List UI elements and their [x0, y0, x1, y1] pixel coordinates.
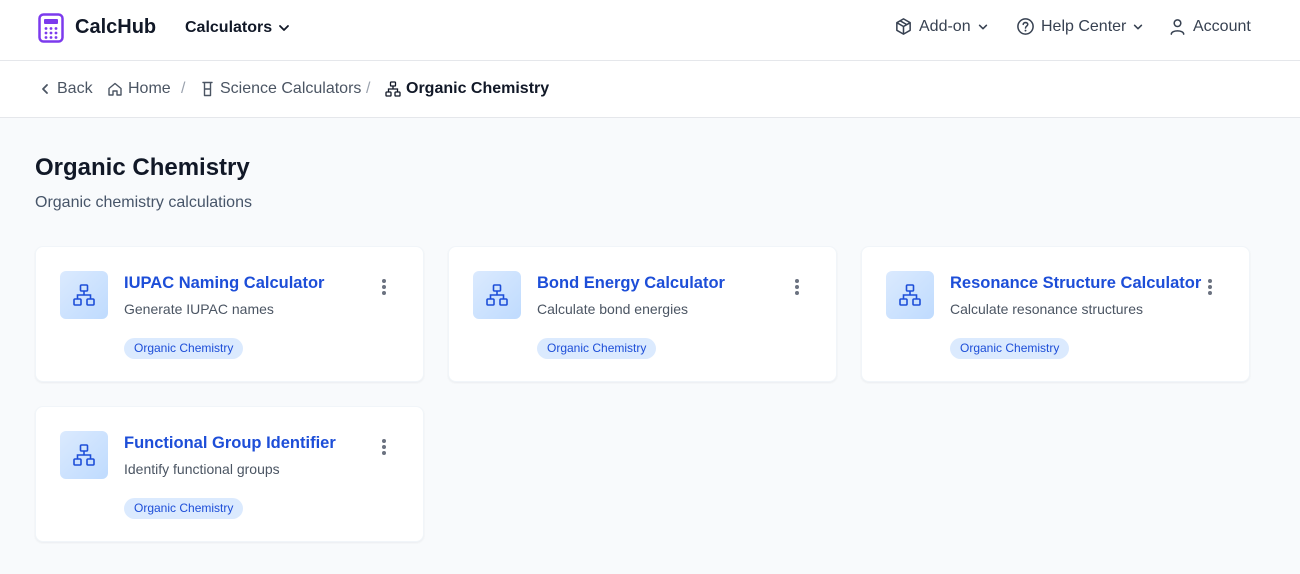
hierarchy-icon	[473, 271, 521, 319]
help-center-menu[interactable]: Help Center	[1016, 17, 1144, 36]
page-title: Organic Chemistry	[35, 154, 250, 181]
help-center-label: Help Center	[1041, 17, 1127, 35]
breadcrumb-separator: /	[181, 80, 186, 97]
addon-label: Add-on	[919, 17, 971, 35]
breadcrumb-science[interactable]: Science Calculators	[200, 80, 361, 98]
breadcrumb-home-label: Home	[128, 80, 171, 97]
page-subtitle: Organic chemistry calculations	[35, 194, 252, 211]
hierarchy-icon	[385, 81, 401, 97]
home-icon	[108, 82, 122, 96]
back-label: Back	[57, 80, 93, 97]
card-title[interactable]: IUPAC Naming Calculator	[124, 274, 324, 293]
user-icon	[1170, 19, 1185, 35]
calculators-menu[interactable]: Calculators	[185, 19, 291, 37]
account-label: Account	[1193, 17, 1251, 35]
category-tag: Organic Chemistry	[950, 338, 1070, 359]
card-title[interactable]: Bond Energy Calculator	[537, 274, 725, 293]
more-options-icon[interactable]	[789, 277, 805, 297]
calculator-card[interactable]: Bond Energy Calculator Calculate bond en…	[448, 246, 837, 382]
card-description: Calculate bond energies	[537, 301, 688, 317]
hierarchy-icon	[60, 431, 108, 479]
category-tag: Organic Chemistry	[124, 338, 244, 359]
chevron-down-icon	[978, 24, 987, 29]
chevron-down-icon	[1134, 24, 1143, 29]
breadcrumb-science-label: Science Calculators	[220, 80, 362, 97]
more-options-icon[interactable]	[376, 437, 392, 457]
brand-name[interactable]: CalcHub	[75, 16, 156, 39]
category-tag: Organic Chemistry	[124, 498, 244, 519]
more-options-icon[interactable]	[1202, 277, 1218, 297]
card-title[interactable]: Resonance Structure Calculator	[950, 274, 1201, 293]
breadcrumb-current-label: Organic Chemistry	[406, 80, 550, 97]
calculator-logo-icon[interactable]	[38, 13, 64, 43]
breadcrumb-separator: /	[366, 80, 371, 97]
top-navbar: CalcHub Calculators Add-on Help Center A…	[0, 0, 1300, 61]
breadcrumb-current: Organic Chemistry	[385, 80, 549, 98]
back-button[interactable]: Back	[38, 80, 93, 98]
chevron-left-icon	[42, 84, 48, 94]
card-description: Calculate resonance structures	[950, 301, 1143, 317]
calculator-card[interactable]: IUPAC Naming Calculator Generate IUPAC n…	[35, 246, 424, 382]
category-tag: Organic Chemistry	[537, 338, 657, 359]
breadcrumb: Back Home / Science Calculators / Organi…	[0, 61, 1300, 118]
more-options-icon[interactable]	[376, 277, 392, 297]
calculator-card[interactable]: Functional Group Identifier Identify fun…	[35, 406, 424, 542]
card-description: Identify functional groups	[124, 461, 280, 477]
breadcrumb-home[interactable]: Home	[107, 80, 171, 98]
hierarchy-icon	[886, 271, 934, 319]
calculators-menu-label: Calculators	[185, 19, 273, 36]
beaker-icon	[202, 81, 213, 97]
card-title[interactable]: Functional Group Identifier	[124, 434, 336, 453]
calculator-card[interactable]: Resonance Structure Calculator Calculate…	[861, 246, 1250, 382]
card-description: Generate IUPAC names	[124, 301, 274, 317]
hierarchy-icon	[60, 271, 108, 319]
help-circle-icon	[1017, 18, 1034, 35]
package-icon	[896, 18, 911, 35]
chevron-down-icon	[279, 25, 290, 31]
account-menu[interactable]: Account	[1168, 17, 1251, 36]
addon-menu[interactable]: Add-on	[894, 17, 989, 36]
